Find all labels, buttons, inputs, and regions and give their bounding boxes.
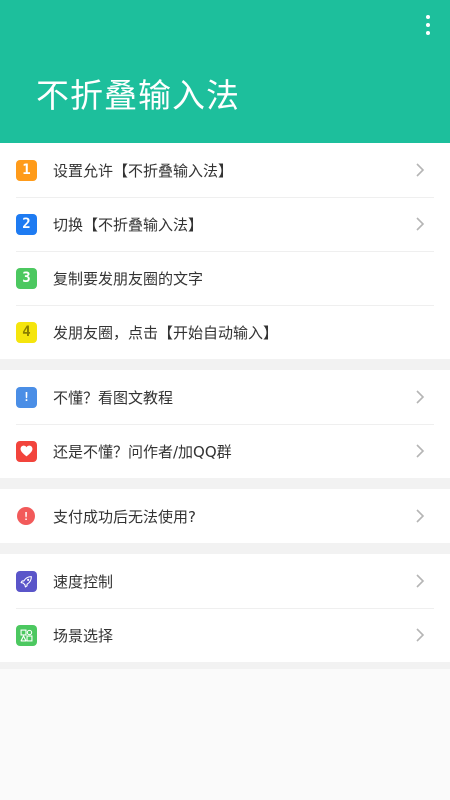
tutorial-label: 不懂？看图文教程 xyxy=(53,388,174,407)
heart-icon xyxy=(16,440,37,462)
app-title: 不折叠输入法 xyxy=(36,76,240,115)
exclamation-square-icon: ! xyxy=(16,386,37,408)
chevron-right-icon xyxy=(410,571,430,591)
step-1-row[interactable]: 1 设置允许【不折叠输入法】 xyxy=(0,143,450,197)
scene-select-row[interactable]: 场景选择 xyxy=(0,608,450,662)
menu-list: 1 设置允许【不折叠输入法】 2 切换【不折叠输入法】 3 复制要发朋友圈的文字… xyxy=(0,143,450,673)
step-4-row: 4 发朋友圈，点击【开始自动输入】 xyxy=(0,305,450,359)
step-4-badge-icon: 4 xyxy=(16,321,37,343)
section-divider xyxy=(0,543,450,554)
section-divider xyxy=(0,478,450,489)
step-4-label: 发朋友圈，点击【开始自动输入】 xyxy=(53,323,279,342)
empty-area xyxy=(0,669,450,800)
step-1-badge-icon: 1 xyxy=(16,159,37,181)
payment-issue-label: 支付成功后无法使用? xyxy=(53,507,196,526)
tutorial-row[interactable]: ! 不懂？看图文教程 xyxy=(0,370,450,424)
help-group: ! 不懂？看图文教程 还是不懂？问作者/加QQ群 xyxy=(0,370,450,478)
payment-group: ! 支付成功后无法使用? xyxy=(0,489,450,543)
step-1-label: 设置允许【不折叠输入法】 xyxy=(53,161,234,180)
scene-select-label: 场景选择 xyxy=(53,626,114,645)
rocket-icon xyxy=(16,570,37,592)
chevron-right-icon xyxy=(410,387,430,407)
scene-icon xyxy=(16,624,37,646)
more-options-icon[interactable] xyxy=(420,12,436,38)
speed-control-row[interactable]: 速度控制 xyxy=(0,554,450,608)
step-2-row[interactable]: 2 切换【不折叠输入法】 xyxy=(0,197,450,251)
step-3-badge-icon: 3 xyxy=(16,267,37,289)
section-divider xyxy=(0,359,450,370)
chevron-right-icon xyxy=(410,625,430,645)
contact-author-row[interactable]: 还是不懂？问作者/加QQ群 xyxy=(0,424,450,478)
speed-control-label: 速度控制 xyxy=(53,572,114,591)
chevron-right-icon xyxy=(410,214,430,234)
steps-group: 1 设置允许【不折叠输入法】 2 切换【不折叠输入法】 3 复制要发朋友圈的文字… xyxy=(0,143,450,359)
contact-author-label: 还是不懂？问作者/加QQ群 xyxy=(53,442,232,461)
app-header: 不折叠输入法 xyxy=(0,0,450,143)
step-3-label: 复制要发朋友圈的文字 xyxy=(53,269,204,288)
step-2-label: 切换【不折叠输入法】 xyxy=(53,215,204,234)
chevron-right-icon xyxy=(410,441,430,461)
chevron-right-icon xyxy=(410,160,430,180)
payment-issue-row[interactable]: ! 支付成功后无法使用? xyxy=(0,489,450,543)
settings-group: 速度控制 场景选择 xyxy=(0,554,450,662)
step-3-row: 3 复制要发朋友圈的文字 xyxy=(0,251,450,305)
exclamation-circle-icon: ! xyxy=(17,507,35,525)
step-2-badge-icon: 2 xyxy=(16,213,37,235)
chevron-right-icon xyxy=(410,506,430,526)
